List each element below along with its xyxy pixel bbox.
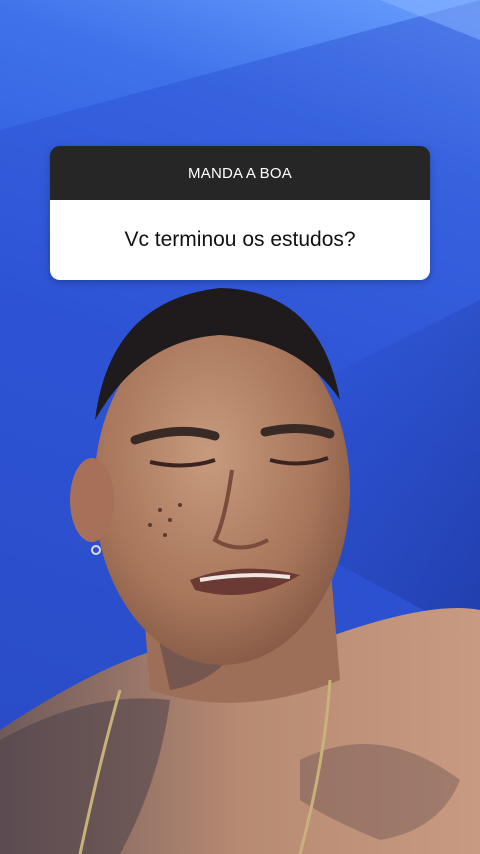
sticker-question: Vc terminou os estudos? [50,200,430,280]
sticker-header: MANDA A BOA [50,146,430,200]
person-image [0,288,480,854]
question-sticker[interactable]: MANDA A BOA Vc terminou os estudos? [50,146,430,280]
story-background: MANDA A BOA Vc terminou os estudos? [0,0,480,854]
